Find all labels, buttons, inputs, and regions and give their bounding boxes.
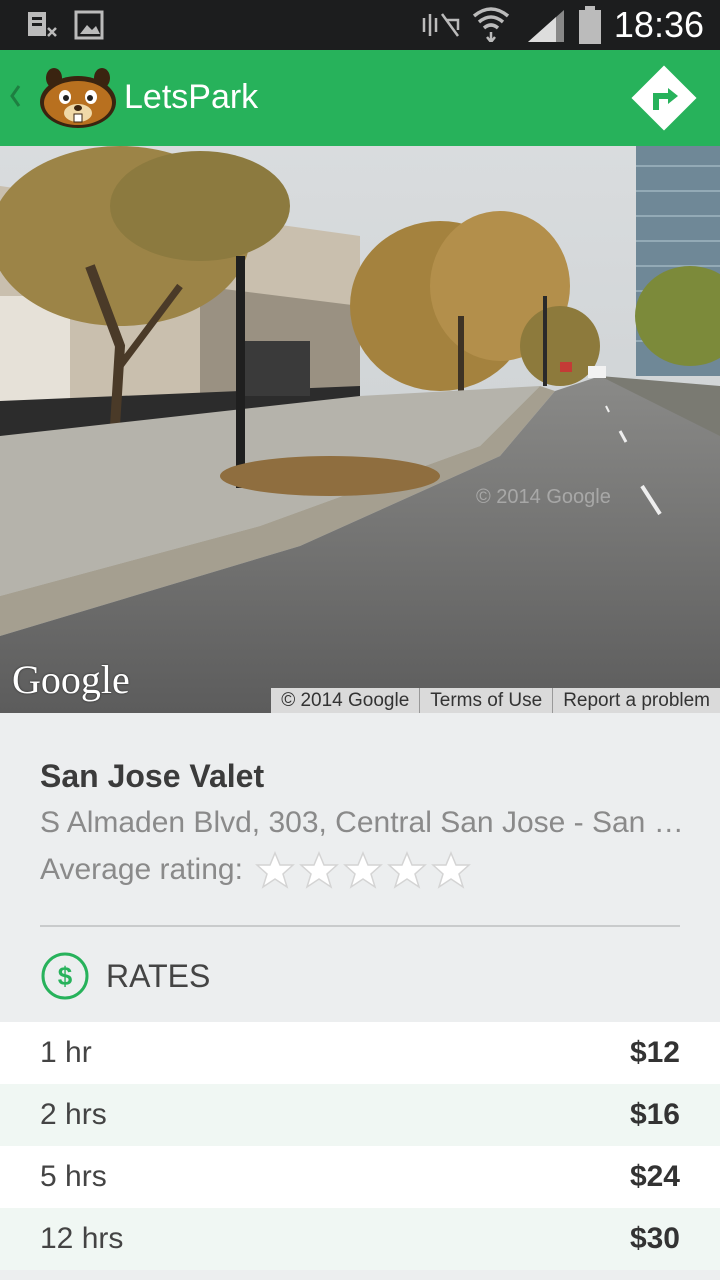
rate-price: $12 (629, 1036, 680, 1069)
rate-duration: 12 hrs (40, 1222, 124, 1255)
svg-text:$: $ (58, 961, 73, 991)
wifi-icon (472, 7, 510, 42)
clock: 18:36 (613, 4, 704, 45)
map-attribution: © 2014 Google Terms of Use Report a prob… (271, 688, 720, 713)
app-title: LetsPark (124, 78, 259, 116)
signal-icon (528, 10, 564, 42)
rate-price: $24 (629, 1160, 680, 1193)
sim-card-icon (28, 12, 57, 37)
rates-list: 1 hr $12 2 hrs $16 5 hrs $24 12 hrs $30 (0, 1022, 720, 1270)
star-icon (254, 851, 295, 889)
google-logo: Google (12, 657, 130, 702)
rate-duration: 2 hrs (40, 1098, 107, 1131)
rate-price: $16 (629, 1098, 680, 1131)
status-bar: 18:36 (0, 0, 720, 50)
star-icon (298, 851, 339, 889)
divider (40, 925, 680, 927)
image-icon (74, 10, 104, 40)
directions-icon[interactable] (628, 62, 700, 134)
street-view-image[interactable]: © 2014 Google Google © 2014 Google Terms… (0, 146, 720, 713)
star-icon (430, 851, 471, 889)
rate-row: 2 hrs $16 (0, 1084, 720, 1146)
report-problem-link[interactable]: Report a problem (552, 688, 720, 713)
rate-row: 12 hrs $30 (0, 1208, 720, 1270)
rating-label: Average rating: (40, 853, 243, 886)
rate-duration: 5 hrs (40, 1160, 107, 1193)
mute-icon (422, 13, 460, 37)
back-chevron-icon[interactable] (8, 82, 22, 110)
star-rating (254, 850, 471, 890)
rates-title: RATES (106, 957, 211, 994)
rate-price: $30 (629, 1222, 680, 1255)
app-bar: LetsPark (0, 50, 720, 146)
rate-row: 1 hr $12 (0, 1022, 720, 1084)
dollar-circle-icon: $ (41, 952, 89, 1000)
place-address: S Almaden Blvd, 303, Central San Jose - … (40, 806, 688, 839)
place-name: San Jose Valet (40, 758, 265, 794)
street-view-watermark: © 2014 Google (476, 486, 611, 508)
rates-header: $ RATES (40, 951, 210, 1001)
battery-icon (579, 6, 601, 44)
star-icon (386, 851, 427, 889)
rating-row: Average rating: (40, 850, 471, 890)
squirrel-logo-icon[interactable] (38, 68, 118, 130)
rate-duration: 1 hr (40, 1036, 92, 1069)
rate-row: 5 hrs $24 (0, 1146, 720, 1208)
street-view-photo (0, 146, 720, 713)
star-icon (342, 851, 383, 889)
copyright-text: © 2014 Google (281, 690, 410, 711)
terms-of-use-link[interactable]: Terms of Use (419, 688, 552, 713)
